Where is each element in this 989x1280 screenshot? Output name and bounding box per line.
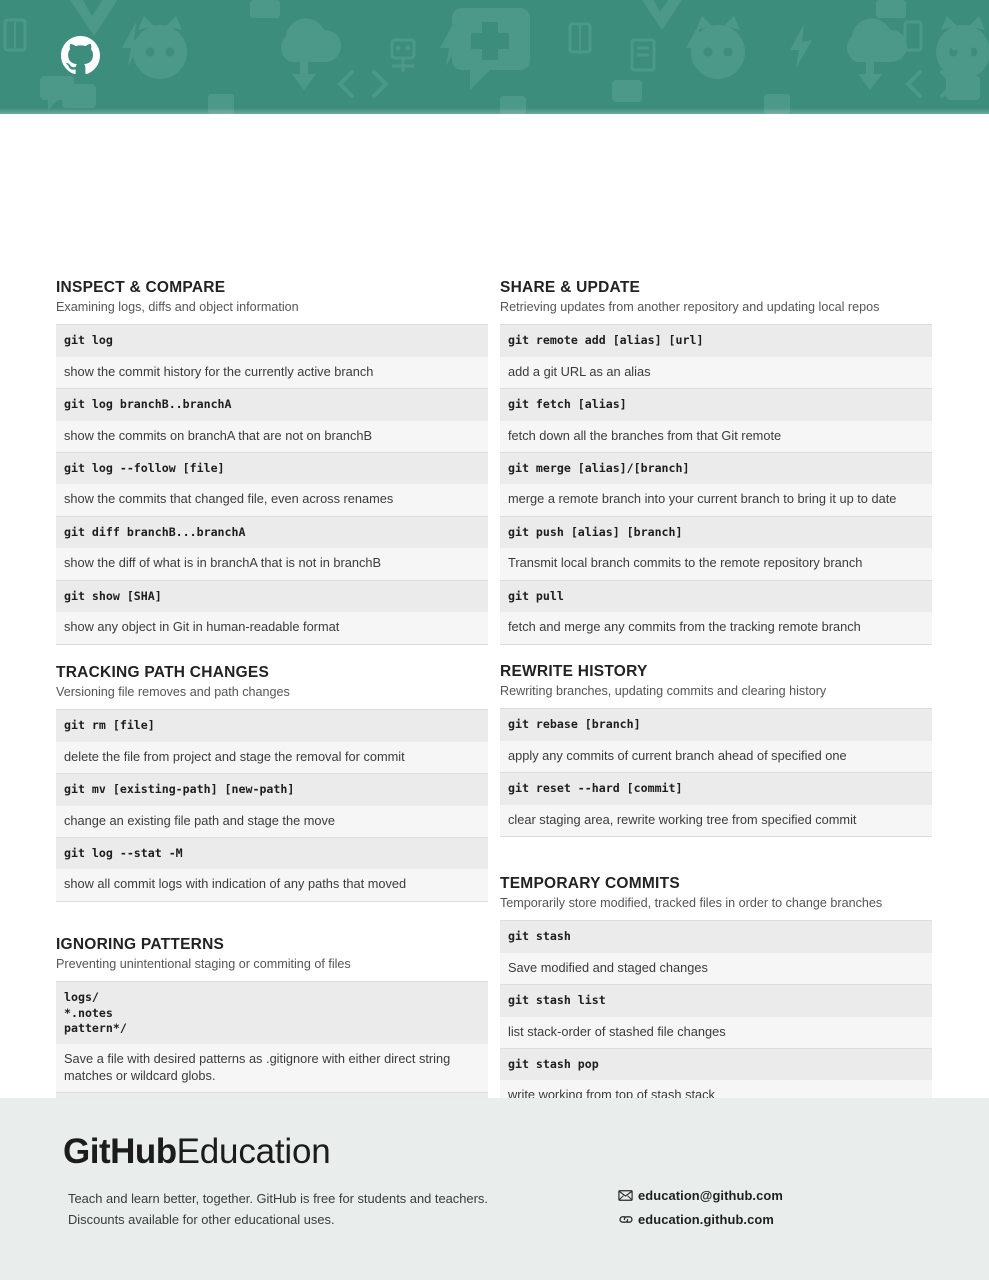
command-cell: git rebase [branch] xyxy=(500,708,932,741)
contact-website-label: education.github.com xyxy=(638,1212,774,1227)
table-row: logs/ *.notes pattern*/Save a file with … xyxy=(56,981,488,1093)
github-octocat-icon xyxy=(61,36,100,75)
header-pattern xyxy=(0,0,989,114)
command-cell: git stash list xyxy=(500,984,932,1017)
description-cell: show any object in Git in human-readable… xyxy=(56,612,488,644)
description-cell: show the commit history for the currentl… xyxy=(56,356,488,389)
section-share-update: SHARE & UPDATE Retrieving updates from an… xyxy=(500,279,932,645)
description-cell: show all commit logs with indication of … xyxy=(56,869,488,902)
footer-contacts: education@github.com education.github.co… xyxy=(618,1184,783,1232)
command-cell: git log --follow [file] xyxy=(56,452,488,485)
description-cell: Save a file with desired patterns as .gi… xyxy=(56,1044,488,1093)
command-cell: git pull xyxy=(500,580,932,613)
section-title: TRACKING PATH CHANGES xyxy=(56,664,270,681)
description-cell: apply any commits of current branch ahea… xyxy=(500,740,932,773)
section-subtitle: Preventing unintentional staging or comm… xyxy=(56,956,351,971)
command-table: git log show the commit history for the c… xyxy=(56,324,488,645)
footer-tagline: Teach and learn better, together. GitHub… xyxy=(68,1191,488,1228)
description-cell: show the commits on branchA that are not… xyxy=(56,420,488,453)
description-cell: clear staging area, rewrite working tree… xyxy=(500,804,932,837)
description-cell: fetch and merge any commits from the tra… xyxy=(500,612,932,644)
section-title: INSPECT & COMPARE xyxy=(56,279,226,296)
table-row: git log show the commit history for the c… xyxy=(56,324,488,389)
table-row: git pull fetch and merge any commits from… xyxy=(500,580,932,644)
command-cell: git log --stat -M xyxy=(56,837,488,870)
contact-email-label: education@github.com xyxy=(638,1188,783,1203)
description-cell: merge a remote branch into your current … xyxy=(500,484,932,517)
description-cell: show the diff of what is in branchA that… xyxy=(56,548,488,581)
command-cell: git log branchB..branchA xyxy=(56,388,488,421)
command-cell: logs/ *.notes pattern*/ xyxy=(56,981,488,1045)
table-row: git stash Save modified and staged change… xyxy=(500,920,932,985)
link-chain-icon xyxy=(618,1214,638,1225)
table-row: git push [alias] [branch] Transmit local … xyxy=(500,516,932,581)
description-cell: add a git URL as an alias xyxy=(500,356,932,389)
command-cell: git rm [file] xyxy=(56,709,488,742)
command-cell: git diff branchB...branchA xyxy=(56,516,488,549)
table-row: git log --stat -M show all commit logs wi… xyxy=(56,837,488,902)
table-row: git mv [existing-path] [new-path] change … xyxy=(56,773,488,838)
section-inspect-compare: INSPECT & COMPARE Examining logs, diffs a… xyxy=(56,279,488,645)
description-cell: delete the file from project and stage t… xyxy=(56,741,488,774)
brand-education: Education xyxy=(176,1132,331,1171)
section-title: TEMPORARY COMMITS xyxy=(500,875,680,892)
command-cell: git show [SHA] xyxy=(56,580,488,613)
table-row: git log branchB..branchA show the commits… xyxy=(56,388,488,453)
table-row: git remote add [alias] [url] add a git UR… xyxy=(500,324,932,389)
section-subtitle: Rewriting branches, updating commits and… xyxy=(500,683,827,698)
table-row: git log --follow [file] show the commits … xyxy=(56,452,488,517)
github-education-wordmark: GitHubEducation xyxy=(63,1134,331,1169)
cheatsheet-body: INSPECT & COMPARE Examining logs, diffs a… xyxy=(0,114,989,1178)
table-row: git show [SHA] show any object in Git in … xyxy=(56,580,488,644)
section-tracking-path-changes: TRACKING PATH CHANGES Versioning file rem… xyxy=(56,664,488,903)
table-row: git fetch [alias] fetch down all the bran… xyxy=(500,388,932,453)
page-header-banner xyxy=(0,0,989,114)
command-table: git remote add [alias] [url] add a git UR… xyxy=(500,324,932,645)
table-row: git rm [file] delete the file from projec… xyxy=(56,709,488,774)
contact-website[interactable]: education.github.com xyxy=(618,1208,783,1231)
section-title: SHARE & UPDATE xyxy=(500,279,641,296)
command-cell: git mv [existing-path] [new-path] xyxy=(56,773,488,806)
command-cell: git merge [alias]/[branch] xyxy=(500,452,932,485)
description-cell: Save modified and staged changes xyxy=(500,952,932,985)
description-cell: fetch down all the branches from that Gi… xyxy=(500,420,932,453)
section-subtitle: Temporarily store modified, tracked file… xyxy=(500,895,883,910)
page-footer: GitHubEducation Teach and learn better, … xyxy=(0,1098,989,1280)
section-title: IGNORING PATTERNS xyxy=(56,936,225,953)
command-table: git rebase [branch] apply any commits of … xyxy=(500,708,932,838)
command-cell: git stash pop xyxy=(500,1048,932,1081)
section-rewrite-history: REWRITE HISTORY Rewriting branches, updat… xyxy=(500,663,932,838)
contact-email[interactable]: education@github.com xyxy=(618,1184,783,1207)
command-table: git rm [file] delete the file from projec… xyxy=(56,709,488,903)
section-subtitle: Versioning file removes and path changes xyxy=(56,684,290,699)
command-cell: git fetch [alias] xyxy=(500,388,932,421)
description-cell: Transmit local branch commits to the rem… xyxy=(500,548,932,581)
command-cell: git reset --hard [commit] xyxy=(500,772,932,805)
command-cell: git remote add [alias] [url] xyxy=(500,324,932,357)
envelope-icon xyxy=(618,1190,638,1201)
command-cell: git push [alias] [branch] xyxy=(500,516,932,549)
table-row: git reset --hard [commit] clear staging a… xyxy=(500,772,932,837)
description-cell: change an existing file path and stage t… xyxy=(56,805,488,838)
command-cell: git log xyxy=(56,324,488,357)
brand-github: GitHub xyxy=(63,1132,177,1171)
section-title: REWRITE HISTORY xyxy=(500,663,648,680)
table-row: git stash list list stack-order of stashe… xyxy=(500,984,932,1049)
command-cell: git stash xyxy=(500,920,932,953)
table-row: git merge [alias]/[branch] merge a remote… xyxy=(500,452,932,517)
description-cell: list stack-order of stashed file changes xyxy=(500,1016,932,1049)
description-cell: show the commits that changed file, even… xyxy=(56,484,488,517)
section-subtitle: Examining logs, diffs and object informa… xyxy=(56,299,299,314)
table-row: git rebase [branch] apply any commits of … xyxy=(500,708,932,773)
section-subtitle: Retrieving updates from another reposito… xyxy=(500,299,880,314)
table-row: git diff branchB...branchA show the diff … xyxy=(56,516,488,581)
